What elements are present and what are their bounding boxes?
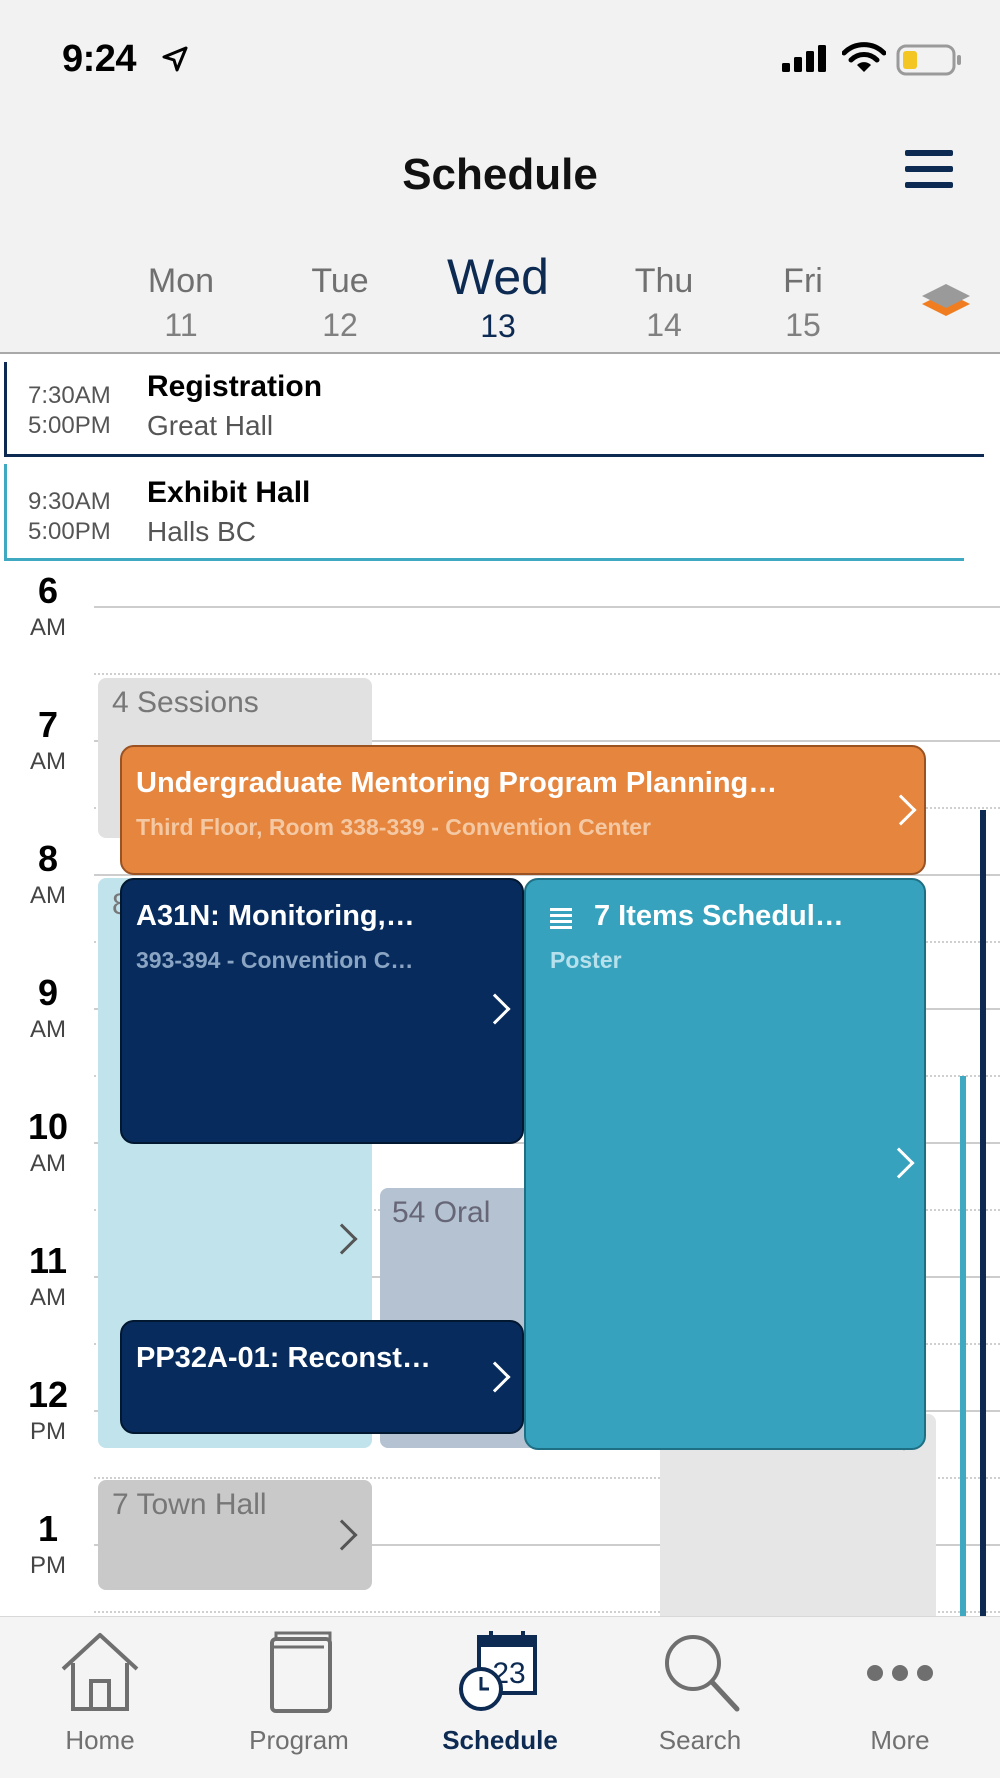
exhibit-hall-timeline-bar [960, 1076, 966, 1616]
tab-label: Schedule [442, 1725, 558, 1755]
town-hall-group[interactable]: 7 Town Hall [98, 1480, 372, 1590]
event-title: Exhibit Hall [147, 476, 311, 509]
event-mentoring-program[interactable]: Undergraduate Mentoring Program Planning… [120, 745, 926, 875]
status-bar: 9:24 [0, 0, 1000, 110]
location-arrow-icon [162, 46, 188, 72]
chevron-right-icon [479, 993, 511, 1025]
tab-search[interactable]: Search [615, 1629, 785, 1756]
event-pp32a-reconst[interactable]: PP32A-01: Reconst… [120, 1320, 524, 1434]
day-tab-fri[interactable]: Fri 15 [743, 262, 863, 344]
event-subtitle: Poster [550, 947, 622, 973]
event-title: 7 Items Schedul… [594, 900, 844, 932]
event-color-bar [4, 362, 7, 454]
day-date: 11 [164, 307, 198, 343]
hour-label: 1 PM [30, 1508, 66, 1579]
group-label: 4 Sessions [112, 686, 259, 719]
hamburger-menu-icon[interactable] [905, 150, 953, 198]
day-date: 14 [646, 307, 682, 343]
battery-low-icon [896, 44, 961, 76]
event-subtitle: Third Floor, Room 338-339 - Convention C… [136, 814, 652, 840]
bottom-tab-bar: Home Program 23 Schedule Search More [0, 1616, 1000, 1778]
event-end-time: 5:00PM [28, 412, 111, 439]
wifi-icon [842, 42, 886, 72]
list-icon [550, 908, 572, 929]
tab-label: More [870, 1725, 930, 1755]
chevron-right-icon [883, 1147, 915, 1179]
event-end-time: 5:00PM [28, 518, 111, 545]
hour-label: 7 AM [30, 704, 66, 775]
day-name: Fri [783, 262, 823, 300]
all-day-event-exhibit-hall[interactable]: 9:30AM 5:00PM Exhibit Hall Halls BC [0, 464, 1000, 568]
tab-label: Search [658, 1725, 742, 1755]
day-name: Tue [311, 262, 369, 300]
day-name: Mon [147, 262, 215, 300]
hour-label: 10 AM [27, 1106, 69, 1177]
exhibit-span-line [4, 558, 964, 561]
half-hour-gridline [94, 673, 1000, 675]
registration-span-line [4, 454, 984, 457]
tab-label: Home [65, 1725, 135, 1755]
event-start-time: 9:30AM [28, 488, 111, 515]
day-tab-wed[interactable]: Wed 13 [438, 248, 558, 345]
event-a31n-monitoring[interactable]: A31N: Monitoring,… 393-394 - Convention … [120, 878, 524, 1144]
event-subtitle: 393-394 - Convention C… [136, 947, 414, 973]
day-date: 12 [322, 307, 358, 343]
event-title: A31N: Monitoring,… [136, 900, 415, 932]
group-label: 7 Town Hall [112, 1488, 267, 1521]
event-location: Halls BC [147, 516, 256, 547]
day-date: 13 [480, 308, 516, 344]
event-title: Undergraduate Mentoring Program Planning… [136, 767, 778, 799]
event-title: Registration [147, 370, 323, 403]
chevron-right-icon [326, 1223, 358, 1255]
tab-program[interactable]: Program [214, 1629, 384, 1756]
registration-timeline-bar [980, 810, 986, 1616]
hour-label: 6 AM [30, 570, 66, 641]
event-poster-items[interactable]: 7 Items Schedul… Poster [524, 878, 926, 1450]
day-name: Thu [634, 262, 694, 300]
tab-more[interactable]: More [815, 1629, 985, 1756]
day-tab-mon[interactable]: Mon 11 [121, 262, 241, 344]
hour-label: 12 PM [27, 1374, 69, 1445]
day-tab-tue[interactable]: Tue 12 [280, 262, 400, 344]
cellular-signal-icon [782, 45, 826, 72]
search-icon [665, 1635, 740, 1712]
schedule-content[interactable]: 7:30AM 5:00PM Registration Great Hall 9:… [0, 354, 1000, 1616]
tab-schedule[interactable]: 23 Schedule [415, 1629, 585, 1756]
home-icon [61, 1633, 139, 1711]
hour-gridline [94, 606, 1000, 608]
page-title: Schedule [402, 150, 598, 199]
day-tab-thu[interactable]: Thu 14 [604, 262, 724, 344]
tab-home[interactable]: Home [15, 1629, 185, 1756]
all-day-event-registration[interactable]: 7:30AM 5:00PM Registration Great Hall [0, 358, 1000, 462]
day-name: Wed [447, 249, 549, 305]
status-time: 9:24 [62, 38, 137, 80]
more-dots-icon [867, 1665, 933, 1681]
event-title: PP32A-01: Reconst… [136, 1342, 431, 1374]
book-icon [270, 1631, 332, 1713]
event-start-time: 7:30AM [28, 382, 111, 409]
hour-label: 9 AM [30, 972, 66, 1043]
day-date: 15 [785, 307, 821, 343]
event-color-bar [4, 464, 7, 560]
hour-label: 8 AM [30, 838, 66, 909]
calendar-clock-icon: 23 [459, 1631, 537, 1711]
hour-label: 11 AM [28, 1240, 68, 1311]
tab-label: Program [249, 1725, 349, 1755]
group-label: 54 Oral [392, 1196, 491, 1229]
layers-icon[interactable] [918, 282, 974, 322]
event-location: Great Hall [147, 410, 274, 441]
chevron-right-icon [326, 1519, 358, 1551]
